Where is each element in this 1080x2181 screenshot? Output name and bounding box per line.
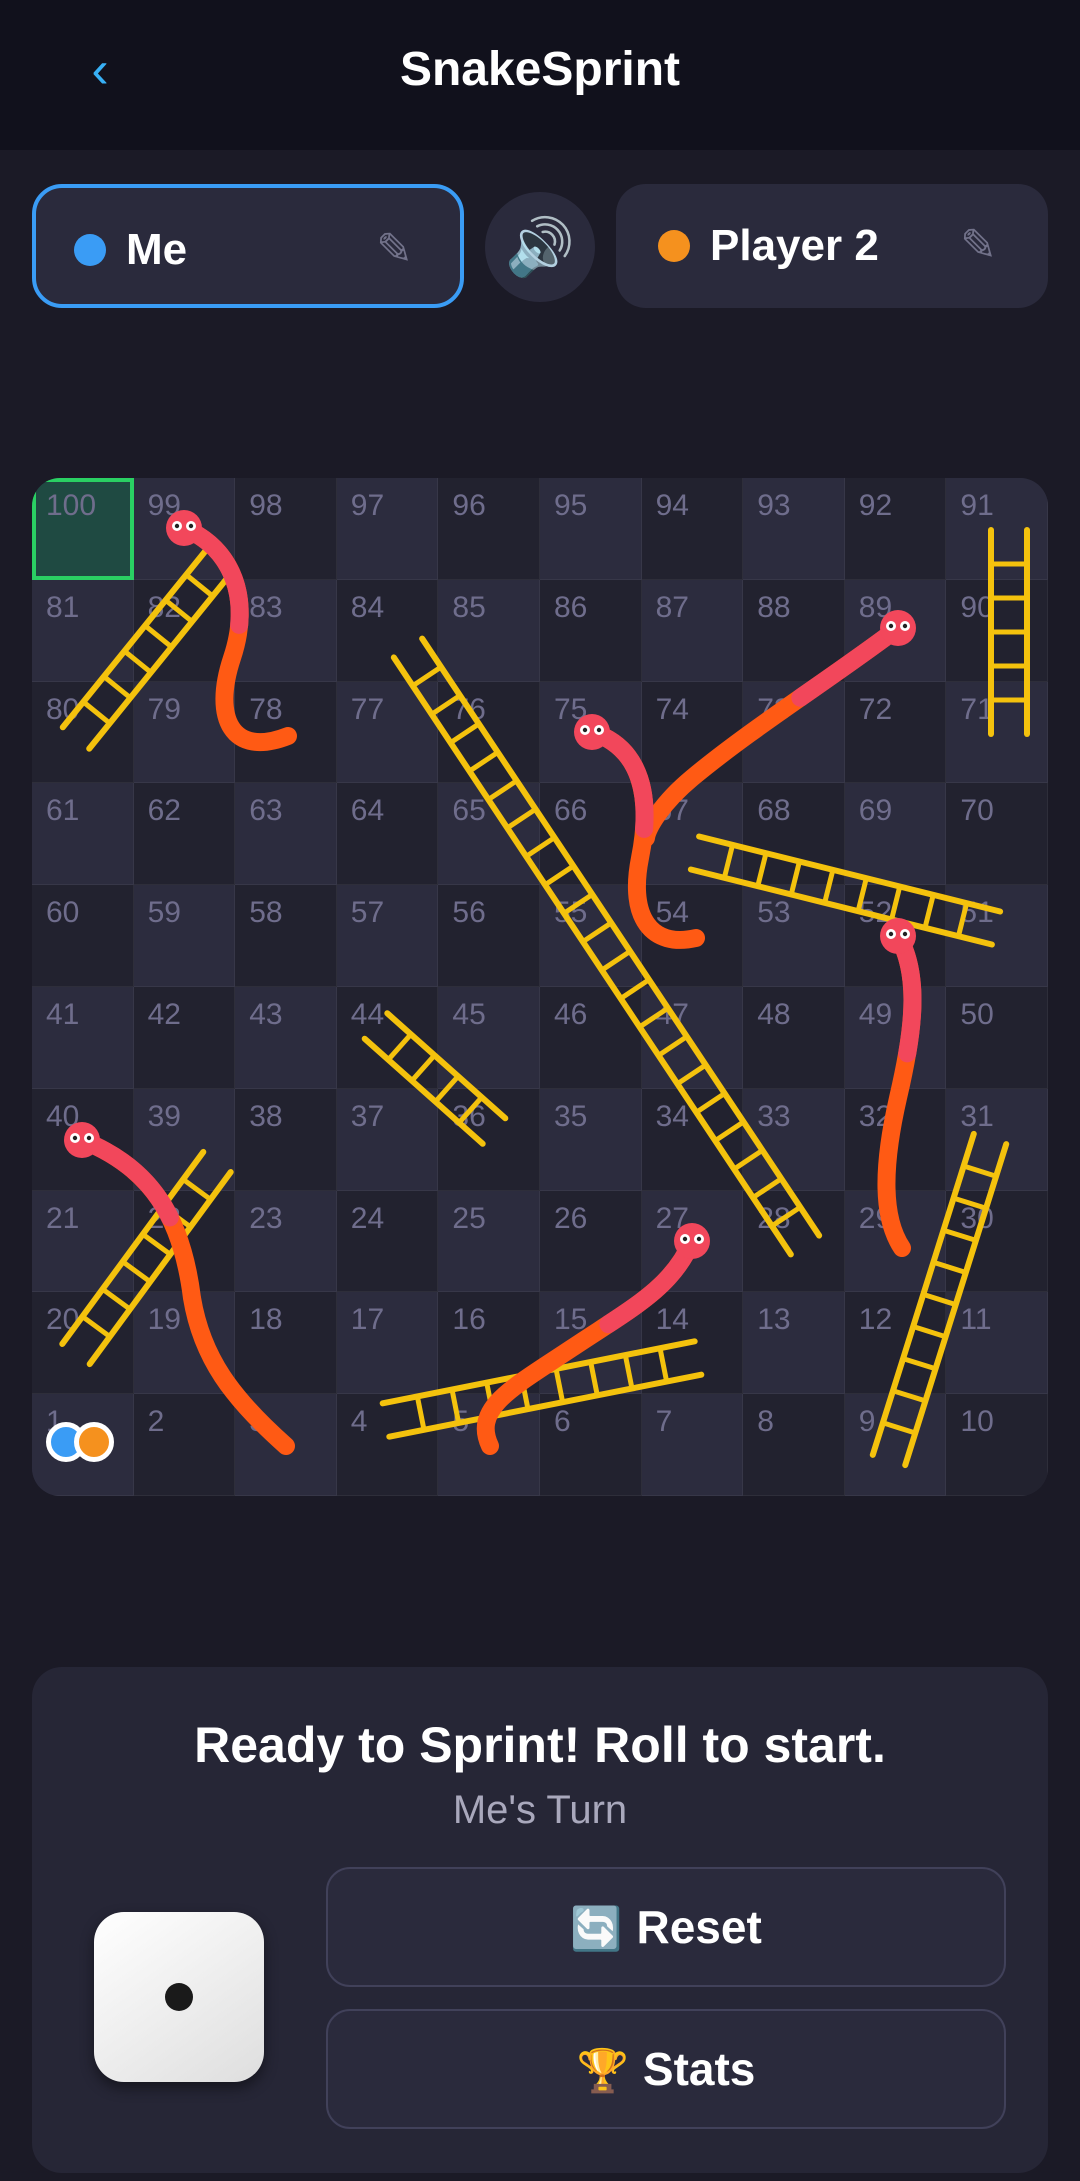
reset-label: Reset <box>636 1901 762 1953</box>
pencil-icon[interactable]: ✎ <box>376 224 413 276</box>
player-color-dot <box>658 230 690 262</box>
tokens-on-start <box>44 1420 124 1470</box>
snake-head <box>674 1223 710 1259</box>
pencil-icon[interactable]: ✎ <box>960 220 997 272</box>
dice-pip <box>165 1983 193 2011</box>
ladder <box>988 527 1030 737</box>
snake <box>574 714 705 949</box>
sound-toggle-button[interactable]: 🔊 <box>485 192 595 302</box>
snake <box>637 610 916 847</box>
player-color-dot <box>74 234 106 266</box>
stats-label: Stats <box>642 2043 756 2095</box>
snake <box>166 510 297 751</box>
ladder <box>687 833 1004 948</box>
snake <box>64 1122 295 1455</box>
player-name: Me <box>126 225 188 274</box>
status-message: Ready to Sprint! Roll to start. <box>194 1717 886 1773</box>
ladder <box>379 1338 705 1440</box>
stats-button[interactable]: 🏆 Stats <box>326 2009 1006 2129</box>
reset-button[interactable]: 🔄 Reset <box>326 1867 1006 1987</box>
ladder <box>59 546 237 752</box>
dice-button[interactable] <box>94 1912 264 2082</box>
turn-indicator: Me's Turn <box>452 1788 628 1832</box>
app-header: ‹ SnakeSprint <box>0 0 1080 150</box>
player-token-player-2 <box>74 1422 114 1462</box>
snake-head <box>880 918 916 954</box>
snake-head <box>880 610 916 646</box>
snake-head <box>574 714 610 750</box>
reset-icon: 🔄 <box>570 1905 623 1952</box>
snake-head <box>166 510 202 546</box>
game-board: 100 99 98 97 96 95 94 93 92 91 81 82 83 84 85 86 87 88 89 9… <box>32 478 1048 1496</box>
ladder <box>361 1010 509 1147</box>
snake-head <box>64 1122 100 1158</box>
snake <box>877 918 922 1257</box>
player-card-me[interactable]: Me ✎ <box>32 184 464 308</box>
trophy-icon: 🏆 <box>576 2047 629 2094</box>
app-title: SnakeSprint <box>399 43 681 96</box>
board-overlay <box>59 510 1030 1469</box>
control-panel: Ready to Sprint! Roll to start. Me's Tur… <box>32 1667 1048 2173</box>
player-name: Player 2 <box>710 221 879 270</box>
player-card-player-2[interactable]: Player 2 ✎ <box>616 184 1048 308</box>
speaker-icon: 🔊 <box>505 215 575 278</box>
